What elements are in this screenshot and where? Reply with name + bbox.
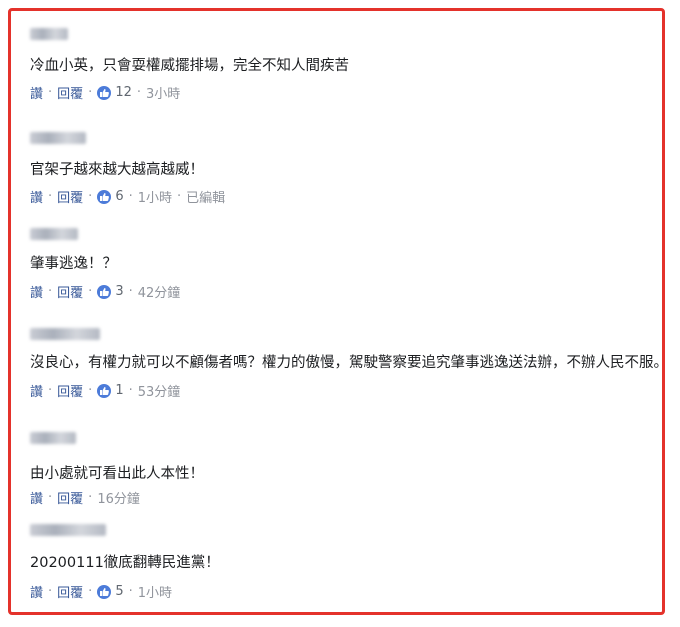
separator: · — [48, 189, 53, 204]
like-button[interactable]: 讚 — [30, 83, 43, 102]
thumbs-up-icon — [97, 584, 112, 599]
separator: · — [88, 490, 93, 505]
comment-item: 由小處就可看出此人本性！ 讚 · 回覆 · 16分鐘 — [30, 432, 660, 507]
reply-button[interactable]: 回覆 — [57, 381, 83, 400]
comment-actions: 讚 · 回覆 · 6 · 1小時 · 已編輯 — [30, 187, 225, 206]
comment-text: 由小處就可看出此人本性！ — [30, 466, 204, 482]
separator: · — [48, 584, 53, 599]
comment-author-blurred[interactable] — [30, 28, 68, 40]
like-count[interactable]: 1 — [115, 383, 123, 398]
comment-author-blurred[interactable] — [30, 132, 86, 144]
comment-item: 官架子越來越大越高越威！ 讚 · 回覆 · 6 · 1小時 · 已編輯 — [30, 132, 660, 206]
separator: · — [48, 490, 53, 505]
separator: · — [88, 284, 93, 299]
separator: · — [88, 383, 93, 398]
separator: · — [88, 584, 93, 599]
comment-text: 肇事逃逸！？ — [30, 256, 117, 272]
like-button[interactable]: 讚 — [30, 582, 43, 601]
separator: · — [128, 584, 133, 599]
comment-actions: 讚 · 回覆 · 1 · 53分鐘 — [30, 381, 180, 400]
comment-actions: 讚 · 回覆 · 12 · 3小時 — [30, 83, 180, 102]
separator: · — [88, 85, 93, 100]
timestamp[interactable]: 42分鐘 — [138, 282, 181, 301]
timestamp[interactable]: 53分鐘 — [138, 381, 181, 400]
reply-button[interactable]: 回覆 — [57, 83, 83, 102]
comment-text: 官架子越來越大越高越威！ — [30, 162, 204, 178]
separator: · — [48, 284, 53, 299]
comment-author-blurred[interactable] — [30, 432, 76, 444]
separator: · — [48, 383, 53, 398]
thumbs-up-icon — [97, 284, 112, 299]
like-count[interactable]: 3 — [115, 284, 123, 299]
comment-item: 沒良心，有權力就可以不顧傷者嗎？權力的傲慢，駕駛警察要追究肇事逃逸送法辦，不辦人… — [30, 328, 668, 400]
comment-author-blurred[interactable] — [30, 328, 100, 340]
timestamp[interactable]: 1小時 — [138, 187, 172, 206]
like-button[interactable]: 讚 — [30, 187, 43, 206]
thumbs-up-icon — [97, 85, 112, 100]
thumbs-up-icon — [97, 383, 112, 398]
separator: · — [128, 284, 133, 299]
timestamp[interactable]: 3小時 — [146, 83, 180, 102]
like-count[interactable]: 5 — [115, 584, 123, 599]
like-count[interactable]: 6 — [115, 189, 123, 204]
comment-item: 20200111徹底翻轉民進黨！ 讚 · 回覆 · 5 · 1小時 — [30, 524, 660, 601]
reply-button[interactable]: 回覆 — [57, 488, 83, 507]
separator: · — [48, 85, 53, 100]
like-button[interactable]: 讚 — [30, 488, 43, 507]
thumbs-up-icon — [97, 189, 112, 204]
comment-text: 20200111徹底翻轉民進黨！ — [30, 555, 220, 571]
edited-label[interactable]: 已編輯 — [186, 187, 225, 206]
comment-text: 冷血小英，只會耍權威擺排場，完全不知人間疾苦 — [30, 58, 349, 74]
separator: · — [136, 85, 141, 100]
comment-item: 肇事逃逸！？ 讚 · 回覆 · 3 · 42分鐘 — [30, 228, 660, 301]
comment-actions: 讚 · 回覆 · 3 · 42分鐘 — [30, 282, 180, 301]
comment-actions: 讚 · 回覆 · 5 · 1小時 — [30, 582, 172, 601]
like-button[interactable]: 讚 — [30, 381, 43, 400]
like-button[interactable]: 讚 — [30, 282, 43, 301]
comment-actions: 讚 · 回覆 · 16分鐘 — [30, 488, 140, 507]
reply-button[interactable]: 回覆 — [57, 282, 83, 301]
comment-author-blurred[interactable] — [30, 228, 78, 240]
like-count[interactable]: 12 — [115, 85, 132, 100]
separator: · — [128, 189, 133, 204]
comment-author-blurred[interactable] — [30, 524, 106, 536]
comment-item: 冷血小英，只會耍權威擺排場，完全不知人間疾苦 讚 · 回覆 · 12 · 3小時 — [30, 28, 660, 102]
separator: · — [128, 383, 133, 398]
comment-text: 沒良心，有權力就可以不顧傷者嗎？權力的傲慢，駕駛警察要追究肇事逃逸送法辦，不辦人… — [30, 355, 668, 371]
reply-button[interactable]: 回覆 — [57, 582, 83, 601]
separator: · — [177, 189, 182, 204]
separator: · — [88, 189, 93, 204]
reply-button[interactable]: 回覆 — [57, 187, 83, 206]
timestamp[interactable]: 16分鐘 — [97, 488, 140, 507]
timestamp[interactable]: 1小時 — [138, 582, 172, 601]
